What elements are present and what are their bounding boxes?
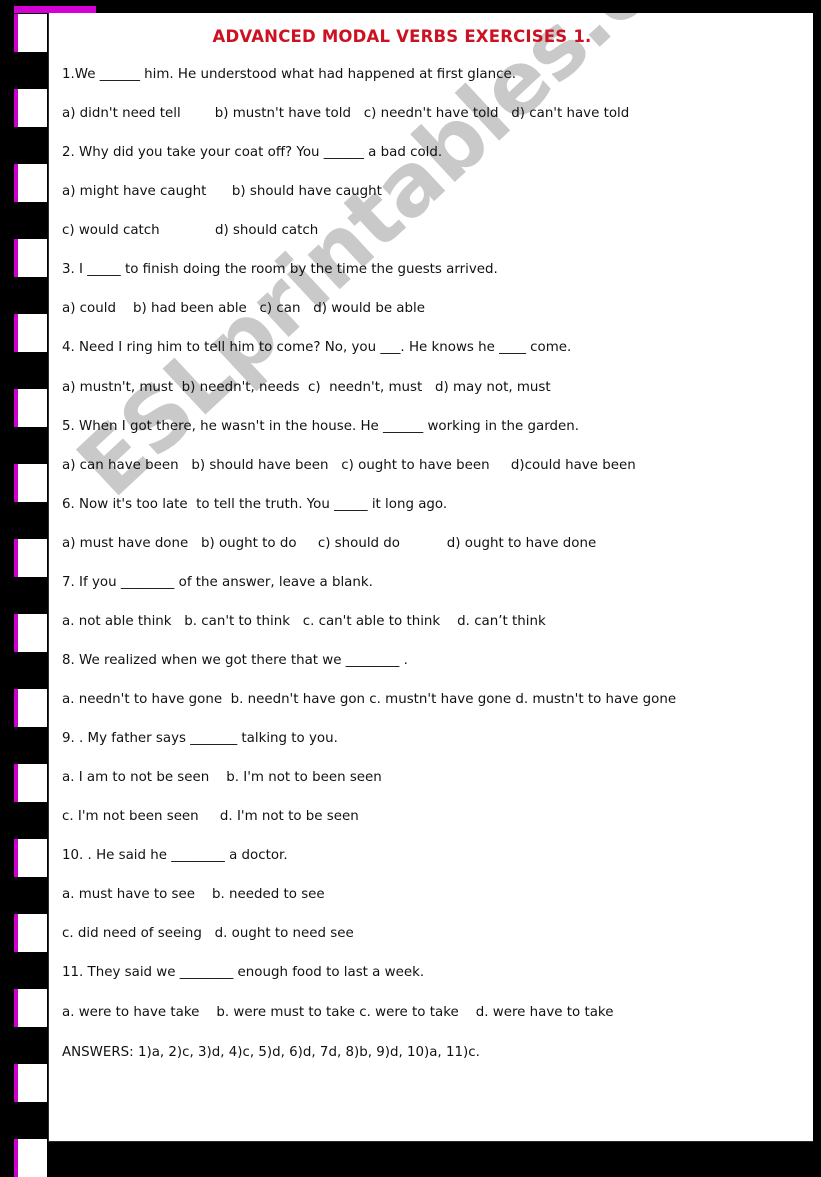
binder-tab (14, 89, 47, 127)
question-prompt: 8. We realized when we got there that we… (62, 652, 408, 668)
binder-tab (14, 839, 47, 877)
binder-tab (14, 764, 47, 802)
binder-tab (14, 914, 47, 952)
worksheet-content: ADVANCED MODAL VERBS EXERCISES 1. 1.We _… (49, 13, 813, 1060)
question-options: a. not able think b. can't to think c. c… (62, 613, 546, 629)
exercise-list: 1.We ______ him. He understood what had … (49, 67, 813, 1020)
question-options: a) can have been b) should have been c) … (62, 457, 636, 473)
binder-tab (14, 614, 47, 652)
question-prompt: 7. If you ________ of the answer, leave … (62, 574, 373, 590)
question-options: a) mustn't, must b) needn't, needs c) ne… (62, 379, 551, 395)
question-prompt: 11. They said we ________ enough food to… (62, 965, 425, 981)
binder-tab (14, 689, 47, 727)
binder-tab (14, 314, 47, 352)
question-options: a. were to have take b. were must to tak… (62, 1004, 614, 1020)
binder-tab (14, 539, 47, 577)
question-prompt: 5. When I got there, he wasn't in the ho… (62, 418, 579, 434)
worksheet-page: ESLprintables.com ADVANCED MODAL VERBS E… (0, 0, 821, 1177)
question-options: a) didn't need tell b) mustn't have told… (62, 106, 630, 122)
binder-tab (14, 14, 47, 52)
question-options: c) would catch d) should catch (62, 223, 319, 239)
question-options: a) must have done b) ought to do c) shou… (62, 535, 597, 551)
binder-tab (14, 1139, 47, 1177)
binder-tab (14, 464, 47, 502)
binder-tab (14, 164, 47, 202)
question-options: a. must have to see b. needed to see (62, 887, 325, 903)
binder-tab (14, 239, 47, 277)
question-options: c. did need of seeing d. ought to need s… (62, 926, 354, 942)
question-prompt: 2. Why did you take your coat off? You _… (62, 145, 443, 161)
paper-sheet: ESLprintables.com ADVANCED MODAL VERBS E… (48, 13, 813, 1142)
question-prompt: 9. . My father says _______ talking to y… (62, 731, 338, 747)
binder-tab (14, 1064, 47, 1102)
binder-tab (14, 389, 47, 427)
question-options: a) could b) had been able c) can d) woul… (62, 301, 425, 317)
question-prompt: 3. I _____ to finish doing the room by t… (62, 262, 498, 278)
question-prompt: 4. Need I ring him to tell him to come? … (62, 340, 572, 356)
answers-line: ANSWERS: 1)a, 2)c, 3)d, 4)c, 5)d, 6)d, 7… (62, 1044, 480, 1060)
question-options: a. I am to not be seen b. I'm not to bee… (62, 770, 382, 786)
page-title: ADVANCED MODAL VERBS EXERCISES 1. (212, 27, 592, 46)
question-prompt: 1.We ______ him. He understood what had … (62, 67, 516, 82)
question-prompt: 10. . He said he ________ a doctor. (62, 848, 288, 864)
accent-top-bar (14, 6, 96, 13)
question-options: c. I'm not been seen d. I'm not to be se… (62, 809, 359, 825)
question-prompt: 6. Now it's too late to tell the truth. … (62, 496, 448, 512)
binder-tab (14, 989, 47, 1027)
question-options: a. needn't to have gone b. needn't have … (62, 692, 677, 707)
question-options: a) might have caught b) should have caug… (62, 184, 382, 200)
